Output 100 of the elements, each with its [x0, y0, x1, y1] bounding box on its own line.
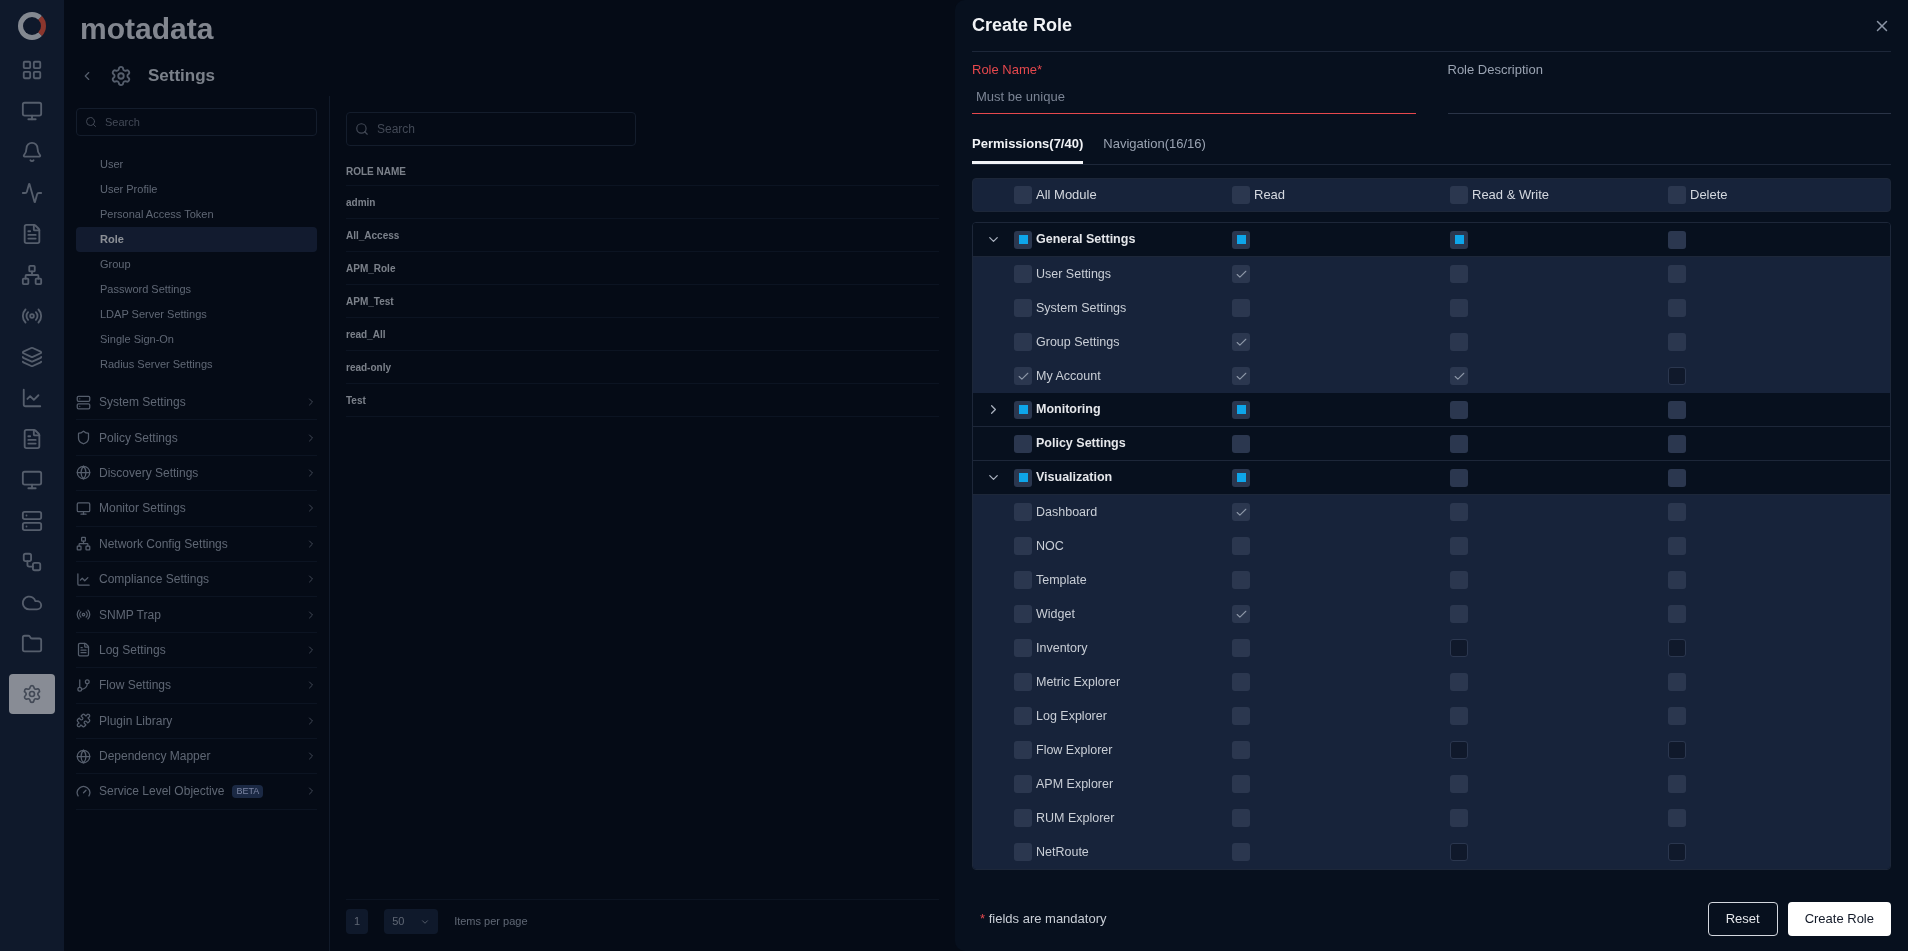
nav-group-label: Monitor Settings [99, 500, 186, 518]
nav-group-label: Network Config Settings [99, 535, 228, 553]
module-name: Dashboard [1036, 503, 1098, 521]
nav-icon[interactable] [21, 346, 43, 368]
nav-item[interactable]: User Profile [76, 177, 317, 202]
checkbox[interactable] [1450, 367, 1468, 385]
checkbox[interactable] [1232, 230, 1250, 249]
checkbox[interactable] [1014, 434, 1032, 453]
checkbox[interactable] [1232, 503, 1250, 521]
table-cell: APM_Test [346, 285, 939, 318]
checkbox[interactable] [1232, 265, 1250, 283]
nav-group[interactable]: Compliance Settings [76, 561, 317, 598]
nav-icon[interactable] [21, 469, 43, 491]
module-name: User Settings [1036, 265, 1112, 283]
nav-group[interactable]: Network Config Settings [76, 526, 317, 562]
nav-group-label: Plugin Library [99, 712, 173, 730]
nav-group[interactable]: Dependency Mapper [76, 738, 317, 775]
module-name: APM Explorer [1036, 775, 1114, 793]
nav-group-icon [76, 394, 91, 410]
nav-group-icon [76, 430, 91, 446]
brand-logo: motadata [80, 10, 214, 47]
tab[interactable]: Permissions(7/40) [972, 134, 1084, 164]
partial-indicator [1236, 473, 1246, 482]
search-field[interactable]: Search [346, 112, 636, 146]
search-field[interactable]: Search [76, 108, 317, 136]
tab[interactable]: Navigation(16/16) [1103, 134, 1206, 164]
action-button[interactable]: Create Role [1787, 902, 1891, 936]
checkbox[interactable] [1450, 468, 1468, 487]
nav-group[interactable]: Policy Settings [76, 420, 317, 456]
nav-group[interactable]: Log Settings [76, 632, 317, 669]
nav-icon[interactable] [21, 551, 43, 573]
partial-indicator [1236, 405, 1246, 414]
nav-group[interactable]: Plugin Library [76, 703, 317, 739]
nav-icon[interactable] [21, 428, 43, 450]
drawer-title: Create Role [972, 14, 1073, 37]
checkbox[interactable] [1232, 333, 1250, 351]
partial-indicator [1236, 235, 1246, 244]
nav-group-icon [76, 536, 91, 552]
module-name: Flow Explorer [1036, 741, 1113, 759]
nav-icon[interactable] [21, 141, 43, 163]
checkbox[interactable] [1014, 468, 1032, 487]
nav-group-label: Log Settings [99, 641, 166, 659]
nav-item[interactable]: Password Settings [76, 277, 317, 302]
partial-indicator [1018, 405, 1028, 414]
checkbox[interactable] [1232, 468, 1250, 487]
nav-icon[interactable] [21, 182, 43, 204]
checkbox[interactable] [1014, 230, 1032, 249]
partial-indicator [1018, 235, 1028, 244]
nav-icon[interactable] [21, 264, 43, 286]
nav-item[interactable]: LDAP Server Settings [76, 302, 317, 327]
action-button[interactable]: Reset [1707, 902, 1778, 936]
checkbox[interactable] [1232, 605, 1250, 623]
checkbox[interactable] [1450, 434, 1468, 453]
text-field[interactable]: Must be unique [972, 80, 1416, 114]
checkbox[interactable] [1232, 400, 1250, 419]
column-label: All Module [1036, 186, 1097, 205]
search-icon [85, 116, 97, 128]
checkbox[interactable] [1232, 367, 1250, 385]
checkbox[interactable] [1668, 468, 1686, 487]
checkbox[interactable] [1450, 400, 1468, 419]
nav-group[interactable]: SNMP Trap [76, 597, 317, 633]
module-name: Log Explorer [1036, 707, 1107, 725]
module-name: NetRoute [1036, 843, 1089, 861]
nav-icon[interactable] [21, 59, 43, 81]
nav-group-label: Service Level Objective [99, 783, 225, 801]
nav-icon[interactable] [21, 633, 43, 655]
nav-group-icon [76, 500, 91, 516]
checkbox[interactable] [1668, 400, 1686, 419]
nav-item[interactable]: Single Sign-On [76, 327, 317, 352]
page-size-select[interactable]: 50 [384, 909, 439, 934]
column-header[interactable]: ROLE NAME [346, 158, 939, 186]
module-name: System Settings [1036, 299, 1127, 317]
page-number[interactable]: 1 [346, 909, 369, 934]
nav-item[interactable]: Personal Access Token [76, 202, 317, 227]
nav-group[interactable]: Monitor Settings [76, 491, 317, 527]
nav-icon[interactable] [21, 100, 43, 122]
nav-item[interactable]: Radius Server Settings [76, 352, 317, 377]
checkbox[interactable] [1668, 434, 1686, 453]
module-name: Inventory [1036, 639, 1088, 657]
nav-group[interactable]: System Settings [76, 385, 317, 421]
checkbox[interactable] [1450, 230, 1468, 249]
nav-icon[interactable] [21, 510, 43, 532]
settings-icon [110, 65, 132, 87]
checkbox[interactable] [1014, 400, 1032, 419]
nav-item[interactable]: User [76, 152, 317, 177]
nav-group[interactable]: Service Level Objective BETA [76, 774, 317, 810]
checkbox[interactable] [1668, 230, 1686, 249]
checkbox[interactable] [1014, 367, 1032, 385]
nav-group-label: Compliance Settings [99, 571, 210, 589]
nav-group[interactable]: Flow Settings [76, 668, 317, 704]
nav-item[interactable]: Role [76, 227, 317, 252]
nav-group[interactable]: Discovery Settings [76, 455, 317, 492]
nav-group-label: Discovery Settings [99, 464, 199, 482]
nav-icon[interactable] [21, 223, 43, 245]
nav-group-icon [76, 571, 91, 587]
nav-item[interactable]: Group [76, 252, 317, 277]
nav-icon[interactable] [21, 387, 43, 409]
checkbox[interactable] [1232, 434, 1250, 453]
settings-nav-button[interactable] [9, 674, 55, 714]
beta-badge: BETA [232, 784, 264, 799]
